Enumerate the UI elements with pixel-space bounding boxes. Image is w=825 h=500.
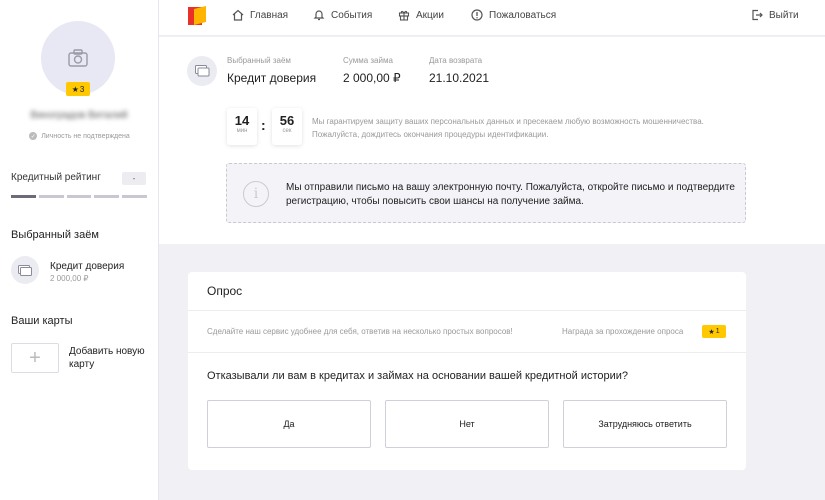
star-icon: ★ xyxy=(71,84,79,94)
chosen-loan-label: Выбранный заём xyxy=(227,56,291,65)
email-notice-text: Мы отправили письмо на вашу электронную … xyxy=(286,182,735,207)
survey-card: Опрос Сделайте наш сервис удобнее для се… xyxy=(188,272,746,470)
selected-loan-sum: 2 000,00 ₽ xyxy=(50,274,89,283)
money-icon xyxy=(194,65,209,77)
top-nav: Главная События Акции Пожаловаться Выйти xyxy=(159,0,825,36)
return-date-label: Дата возврата xyxy=(429,56,483,65)
chosen-loan-value: Кредит доверия xyxy=(227,71,317,85)
credit-rating-value: - xyxy=(122,172,146,185)
logout-icon xyxy=(752,9,763,21)
check-icon: ✓ xyxy=(29,132,38,140)
cards-heading: Ваши карты xyxy=(11,315,73,327)
rating-segment xyxy=(38,195,64,198)
bell-icon xyxy=(313,10,325,21)
star-icon: ★ xyxy=(708,328,715,336)
plus-icon: + xyxy=(29,346,41,369)
add-card-label[interactable]: Добавить новую карту xyxy=(69,345,155,371)
identification-notice: Мы гарантируем защиту ваших персональных… xyxy=(312,117,704,139)
selected-loan-name[interactable]: Кредит доверия xyxy=(50,261,124,272)
rating-segment xyxy=(94,195,120,198)
divider xyxy=(188,352,746,353)
info-icon: i xyxy=(243,181,269,207)
loan-panel: Выбранный заём Кредит доверия Сумма займ… xyxy=(159,37,825,244)
survey-title: Опрос xyxy=(207,284,243,298)
loan-sum-value: 2 000,00 ₽ xyxy=(343,71,401,85)
nav-complain[interactable]: Пожаловаться xyxy=(471,9,556,21)
rating-segment xyxy=(122,195,147,198)
rating-segment xyxy=(66,195,92,198)
money-icon xyxy=(18,264,32,276)
nav-events[interactable]: События xyxy=(313,9,372,21)
credit-rating-bar xyxy=(11,195,147,198)
return-date-value: 21.10.2021 xyxy=(429,71,490,85)
loan-sum-label: Сумма займа xyxy=(343,56,393,65)
nav-promos[interactable]: Акции xyxy=(398,9,444,21)
avatar-level-badge: ★ 3 xyxy=(66,82,90,96)
answer-yes-button[interactable]: Да xyxy=(207,400,371,448)
answer-unsure-button[interactable]: Затрудняюсь ответить xyxy=(563,400,727,448)
timer-separator: : xyxy=(261,117,266,133)
loan-icon xyxy=(11,256,39,284)
logout-button[interactable]: Выйти xyxy=(751,9,799,21)
add-card-button[interactable]: + xyxy=(11,343,59,373)
identity-status: ✓ Личность не подтверждена xyxy=(29,132,130,140)
answer-no-button[interactable]: Нет xyxy=(385,400,549,448)
camera-icon xyxy=(68,49,88,67)
reward-badge: ★ 1 xyxy=(702,325,726,338)
nav-home[interactable]: Главная xyxy=(232,9,288,21)
survey-reward-label: Награда за прохождение опроса xyxy=(562,327,684,336)
home-icon xyxy=(232,9,244,21)
credit-rating-label: Кредитный рейтинг xyxy=(11,172,101,183)
selected-loan-heading: Выбранный заём xyxy=(11,229,99,241)
email-confirmation-notice: i Мы отправили письмо на вашу электронну… xyxy=(226,163,746,223)
divider xyxy=(188,310,746,311)
gift-icon xyxy=(398,10,410,21)
timer-seconds: 56 сек xyxy=(272,108,302,145)
survey-question: Отказывали ли вам в кредитах и займах на… xyxy=(207,370,629,382)
loan-icon xyxy=(187,56,217,86)
survey-intro: Сделайте наш сервис удобнее для себя, от… xyxy=(207,327,513,336)
timer-minutes: 14 мин xyxy=(227,108,257,145)
logo[interactable] xyxy=(186,5,208,27)
rating-segment xyxy=(11,195,36,198)
alert-icon xyxy=(471,9,483,21)
sidebar: ★ 3 Виноградов Виталий ✓ Личность не под… xyxy=(0,0,159,500)
user-name: Виноградов Виталий xyxy=(30,110,128,121)
